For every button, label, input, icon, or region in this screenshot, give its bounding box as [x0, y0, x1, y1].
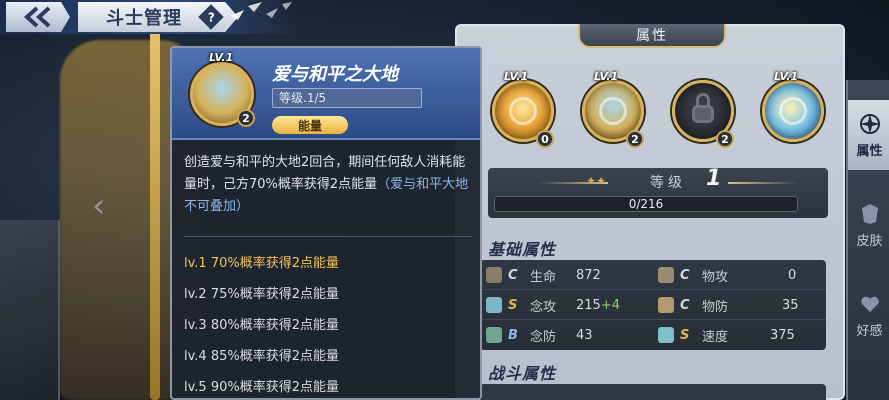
skill-level-list: lv.1 70%概率获得2点能量 lv.2 75%概率获得2点能量 lv.3 8…: [184, 248, 472, 400]
stat-name: 念防: [530, 329, 557, 345]
tab-skins[interactable]: 皮肤: [848, 190, 889, 260]
prev-character-arrow-icon[interactable]: ‹: [92, 188, 118, 224]
stat-physical-defense: C 物防 35: [658, 290, 799, 320]
winged-heart-icon: [860, 296, 879, 312]
skill-count-badge: 2: [716, 130, 734, 148]
basic-attributes-title: 基础属性: [488, 240, 557, 259]
level-value: 1: [706, 166, 722, 191]
tab-label: 好感: [856, 323, 883, 339]
skill-description: 创造爱与和平的大地2回合，期间任何敌人消耗能量时，己方70%概率获得2点能量（爱…: [184, 152, 472, 218]
tab-affinity[interactable]: 好感: [848, 280, 889, 350]
page-title: 斗士管理: [106, 8, 182, 29]
tab-label: 属性: [856, 143, 883, 159]
shield-icon: [658, 297, 674, 313]
fist-icon: [658, 267, 674, 283]
combat-stats-table: [480, 384, 826, 400]
back-button[interactable]: [6, 2, 70, 32]
earth-skill-icon: LV.1 2: [190, 51, 255, 127]
stat-physical-attack: C 物攻 0: [658, 260, 796, 290]
exp-text: 0/216: [628, 197, 664, 211]
level-label: 等级: [650, 175, 686, 191]
stat-value: 35: [782, 297, 799, 313]
golden-staff: [150, 30, 160, 400]
exp-progress-bar: 0/216: [494, 196, 798, 212]
tab-attributes[interactable]: 属性: [848, 100, 889, 170]
skill-level-row: lv.5 90%概率获得2点能量: [184, 380, 339, 395]
skill-level-badge: LV.1: [209, 51, 234, 64]
level-bar: ✦✦ 等级 1 0/216: [488, 166, 828, 218]
stat-grade: B: [508, 327, 518, 343]
stat-grade: C: [680, 297, 690, 313]
skill-level-row: lv.2 75%概率获得2点能量: [184, 287, 339, 302]
stat-cosmo-attack: S 念攻 215+4: [486, 290, 620, 320]
skill-level-badge: LV.1: [504, 70, 529, 83]
skill-slot-2[interactable]: LV.1 2: [578, 70, 648, 156]
cosmo-shield-icon: [486, 327, 502, 343]
stat-value: 375: [770, 327, 795, 343]
skill-detail-popup: LV.1 2 爱与和平之大地 等级.1/5 能量 创造爱与和平的大地2回合，期间…: [170, 46, 482, 400]
compass-star-icon: [859, 113, 880, 134]
wing-icon: [658, 327, 674, 343]
popup-divider: [184, 236, 472, 237]
comet-skill-icon: [762, 80, 824, 142]
basic-stats-table: C 生命 872 C 物攻 0 S 念攻 215+4 C 物防 35 B 念防: [480, 260, 826, 350]
tab-label: 皮肤: [856, 233, 883, 249]
skill-level-badge: LV.1: [774, 70, 799, 83]
skill-count-badge: 2: [626, 130, 644, 148]
sparkle-icon: [486, 297, 502, 313]
star-decoration-icon: ✦✦: [586, 174, 607, 188]
skill-level-text: 等级.1/5: [272, 88, 422, 108]
double-chevron-left-icon: [24, 6, 51, 28]
stat-row: B 念防 43 S 速度 375: [480, 320, 826, 350]
level-divider-right: [728, 182, 798, 184]
skill-name: 爱与和平之大地: [272, 64, 398, 85]
skill-slot-1[interactable]: LV.1 0: [488, 70, 558, 156]
skill-level-badge: LV.1: [594, 70, 619, 83]
stat-grade: C: [680, 267, 690, 283]
side-tab-bar: 属性 皮肤 好感: [846, 80, 889, 400]
heart-icon: [486, 267, 502, 283]
stat-name: 生命: [530, 269, 557, 285]
skill-count-badge: 0: [536, 130, 554, 148]
skill-slot-4[interactable]: LV.1: [758, 70, 828, 156]
stat-hp: C 生命 872: [486, 260, 601, 290]
help-icon: ?: [207, 10, 215, 24]
skill-type-badge: 能量: [272, 116, 348, 134]
background-pedestal: [0, 220, 60, 400]
skill-level-row: lv.1 70%概率获得2点能量: [184, 256, 339, 271]
stat-grade: S: [508, 297, 518, 313]
stat-value: 872: [576, 267, 601, 283]
stat-speed: S 速度 375: [658, 320, 795, 350]
skill-count-badge: 2: [237, 109, 255, 127]
stat-row: S 念攻 215+4 C 物防 35: [480, 290, 826, 320]
stat-row: C 生命 872 C 物攻 0: [480, 260, 826, 290]
attribute-panel-title: 属性: [578, 24, 726, 48]
skill-level-row: lv.4 85%概率获得2点能量: [184, 349, 339, 364]
sparkle-decoration-icon: [230, 2, 292, 20]
armor-icon: [861, 203, 878, 224]
stat-name: 速度: [702, 329, 729, 345]
skill-slot-3-locked[interactable]: 2: [668, 72, 738, 156]
stat-bonus-value: +4: [600, 297, 620, 313]
stat-cosmo-defense: B 念防 43: [486, 320, 593, 350]
stat-value: 0: [788, 267, 797, 283]
stat-value: 43: [576, 327, 593, 343]
stat-grade: S: [680, 327, 690, 343]
stat-grade: C: [508, 267, 518, 283]
combat-attributes-title: 战斗属性: [488, 364, 557, 383]
stat-value: 215+4: [576, 298, 620, 313]
stat-name: 物防: [702, 299, 729, 315]
skill-popup-header: LV.1 2 爱与和平之大地 等级.1/5 能量: [172, 48, 480, 140]
skill-level-row: lv.3 80%概率获得2点能量: [184, 318, 339, 333]
stat-name: 物攻: [702, 269, 729, 285]
stat-name: 念攻: [530, 299, 557, 315]
skill-list: LV.1 0 LV.1 2 2 LV.1: [488, 70, 828, 156]
stat-base-value: 215: [576, 297, 601, 313]
